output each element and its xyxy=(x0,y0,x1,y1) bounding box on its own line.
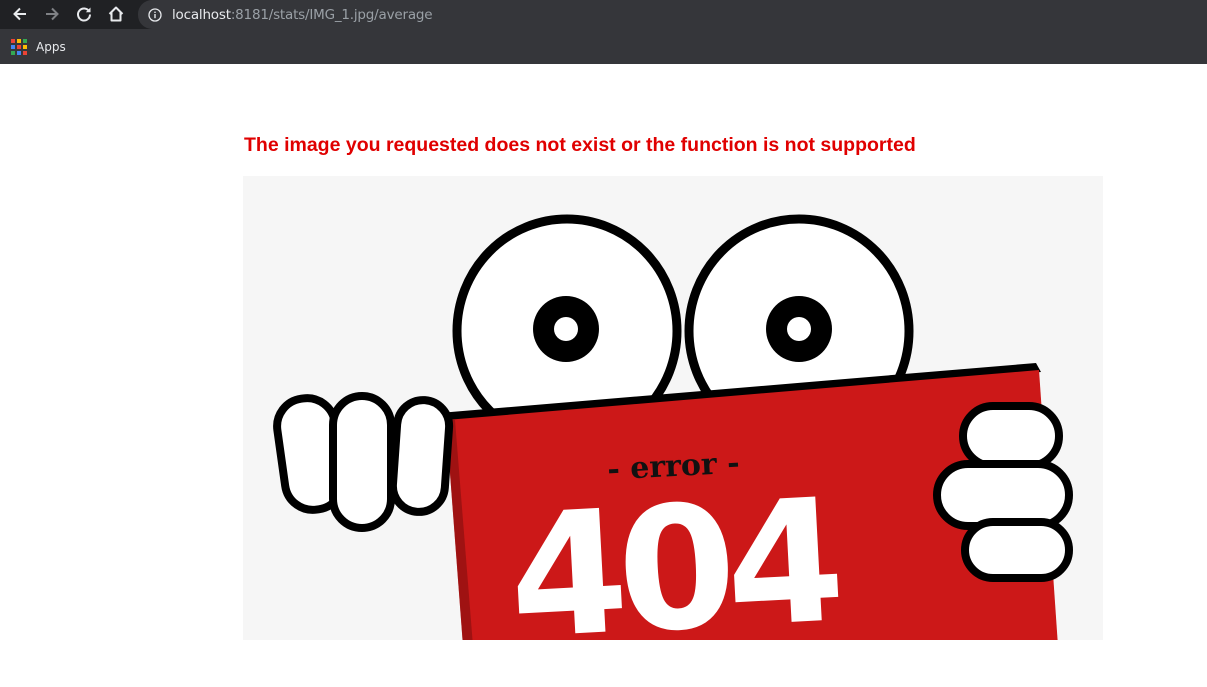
home-button[interactable] xyxy=(104,2,128,26)
bookmarks-bar: Apps xyxy=(0,29,1207,64)
apps-grid-icon xyxy=(11,38,27,55)
bookmark-apps[interactable]: Apps xyxy=(11,38,66,55)
home-icon xyxy=(108,6,124,22)
back-arrow-icon xyxy=(13,7,26,21)
error-404-illustration: - error - 404 xyxy=(243,176,1103,640)
error-message: The image you requested does not exist o… xyxy=(244,134,916,156)
browser-toolbar: localhost:8181/stats/IMG_1.jpg/average xyxy=(0,0,1207,29)
url-path: :8181/stats/IMG_1.jpg/average xyxy=(230,6,433,23)
left-hand-icon xyxy=(273,392,454,532)
sign-404-code: 404 xyxy=(505,463,842,640)
forward-button[interactable] xyxy=(40,2,64,26)
info-icon[interactable] xyxy=(148,7,162,22)
page-content: The image you requested does not exist o… xyxy=(0,64,1207,687)
url-host: localhost xyxy=(172,6,231,23)
reload-icon xyxy=(77,7,91,22)
url-text: localhost:8181/stats/IMG_1.jpg/average xyxy=(172,6,433,23)
forward-arrow-icon xyxy=(46,7,59,21)
address-bar[interactable]: localhost:8181/stats/IMG_1.jpg/average xyxy=(138,0,1207,29)
back-button[interactable] xyxy=(8,2,32,26)
bookmark-apps-label: Apps xyxy=(36,39,66,54)
reload-button[interactable] xyxy=(72,2,96,26)
